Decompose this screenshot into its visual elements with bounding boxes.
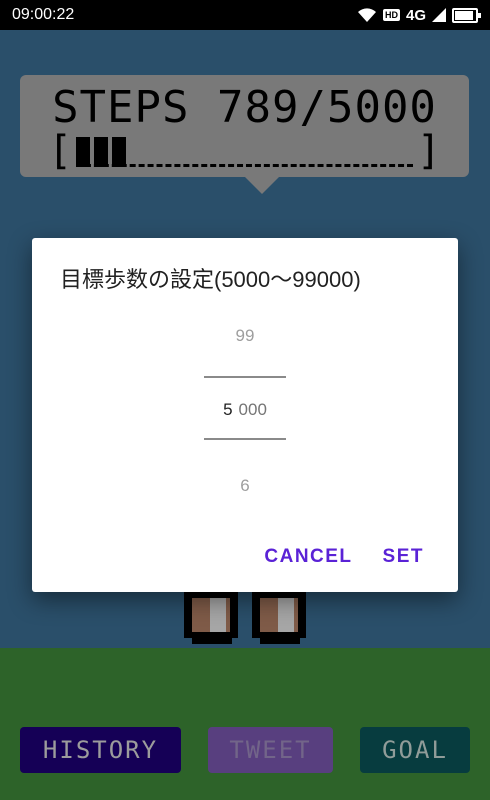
status-icons: HD 4G [357,6,481,24]
signal-icon [432,8,446,22]
number-picker[interactable]: 99 5 000 6 [202,322,288,502]
wifi-icon [357,8,376,22]
dialog-actions: CANCEL SET [264,546,424,568]
network-type-label: 4G [405,6,426,24]
battery-icon [452,7,481,23]
picker-current-number: 5 [223,400,233,419]
goal-steps-dialog: 目標歩数の設定(5000〜99000) 99 5 000 6 CANCEL SET [32,238,458,592]
dialog-title: 目標歩数の設定(5000〜99000) [60,267,361,292]
picker-current-value[interactable]: 5 000 [202,400,288,420]
cancel-button[interactable]: CANCEL [264,546,352,568]
picker-divider-bottom [204,438,286,440]
status-bar: 09:00:22 HD 4G [0,0,490,30]
hd-icon: HD [382,9,400,21]
picker-previous-value[interactable]: 99 [202,326,288,346]
status-time: 09:00:22 [12,6,75,23]
battery-fill [455,10,474,20]
picker-current-suffix: 000 [238,400,267,419]
set-button[interactable]: SET [383,546,424,568]
picker-next-value[interactable]: 6 [202,476,288,496]
picker-divider-top [204,376,286,378]
